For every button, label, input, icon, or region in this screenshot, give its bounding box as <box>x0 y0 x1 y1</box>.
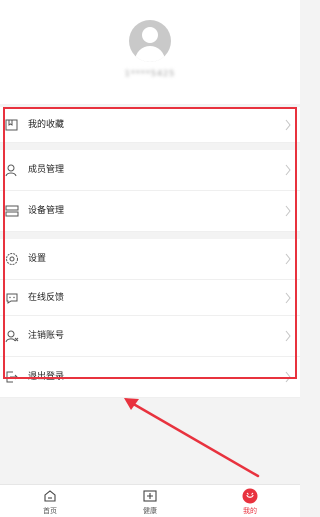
chevron-right-icon <box>285 330 291 342</box>
delete-account-icon <box>5 330 19 343</box>
feedback-icon <box>6 293 18 304</box>
home-icon <box>44 490 56 502</box>
username: 1****5425 <box>124 69 176 78</box>
profile-header: 1****5425 <box>0 0 300 104</box>
chevron-right-icon <box>285 164 291 176</box>
menu-item-devices[interactable]: 设备管理 <box>0 191 300 232</box>
logout-icon <box>6 371 18 383</box>
tab-home[interactable]: 首页 <box>0 485 100 517</box>
tab-label: 我的 <box>243 507 257 515</box>
favorites-icon <box>5 119 18 131</box>
menu-item-feedback[interactable]: 在线反馈 <box>0 280 300 316</box>
menu-item-members[interactable]: 成员管理 <box>0 150 300 191</box>
health-icon <box>143 490 157 502</box>
member-icon <box>5 164 17 177</box>
menu-item-label: 设置 <box>28 254 47 264</box>
menu-item-favorites[interactable]: 我的收藏 <box>0 107 300 143</box>
menu-item-settings[interactable]: 设置 <box>0 239 300 280</box>
tab-health[interactable]: 健康 <box>100 485 200 517</box>
menu-item-label: 在线反馈 <box>28 293 65 303</box>
device-icon <box>5 205 19 217</box>
menu-item-label: 退出登录 <box>28 372 65 382</box>
avatar[interactable] <box>129 20 171 62</box>
settings-icon <box>6 253 18 265</box>
menu-item-delete-account[interactable]: 注销账号 <box>0 316 300 357</box>
menu-item-label: 设备管理 <box>28 206 65 216</box>
tab-profile[interactable]: 我的 <box>200 485 300 517</box>
menu-item-label: 注销账号 <box>28 331 65 341</box>
chevron-right-icon <box>285 292 291 304</box>
tab-label: 首页 <box>43 507 57 515</box>
bottom-tab-bar: 首页 健康 我的 <box>0 484 300 517</box>
menu-item-logout[interactable]: 退出登录 <box>0 357 300 398</box>
menu-item-label: 成员管理 <box>28 165 65 175</box>
chevron-right-icon <box>285 253 291 265</box>
chevron-right-icon <box>285 205 291 217</box>
chevron-right-icon <box>285 119 291 131</box>
menu-item-label: 我的收藏 <box>28 120 65 130</box>
tab-label: 健康 <box>143 507 157 515</box>
menu-list: 我的收藏 成员管理 设备管理 设置 在线反馈 注销账号 退出登录 <box>0 107 300 398</box>
chevron-right-icon <box>285 371 291 383</box>
profile-icon <box>242 488 258 504</box>
